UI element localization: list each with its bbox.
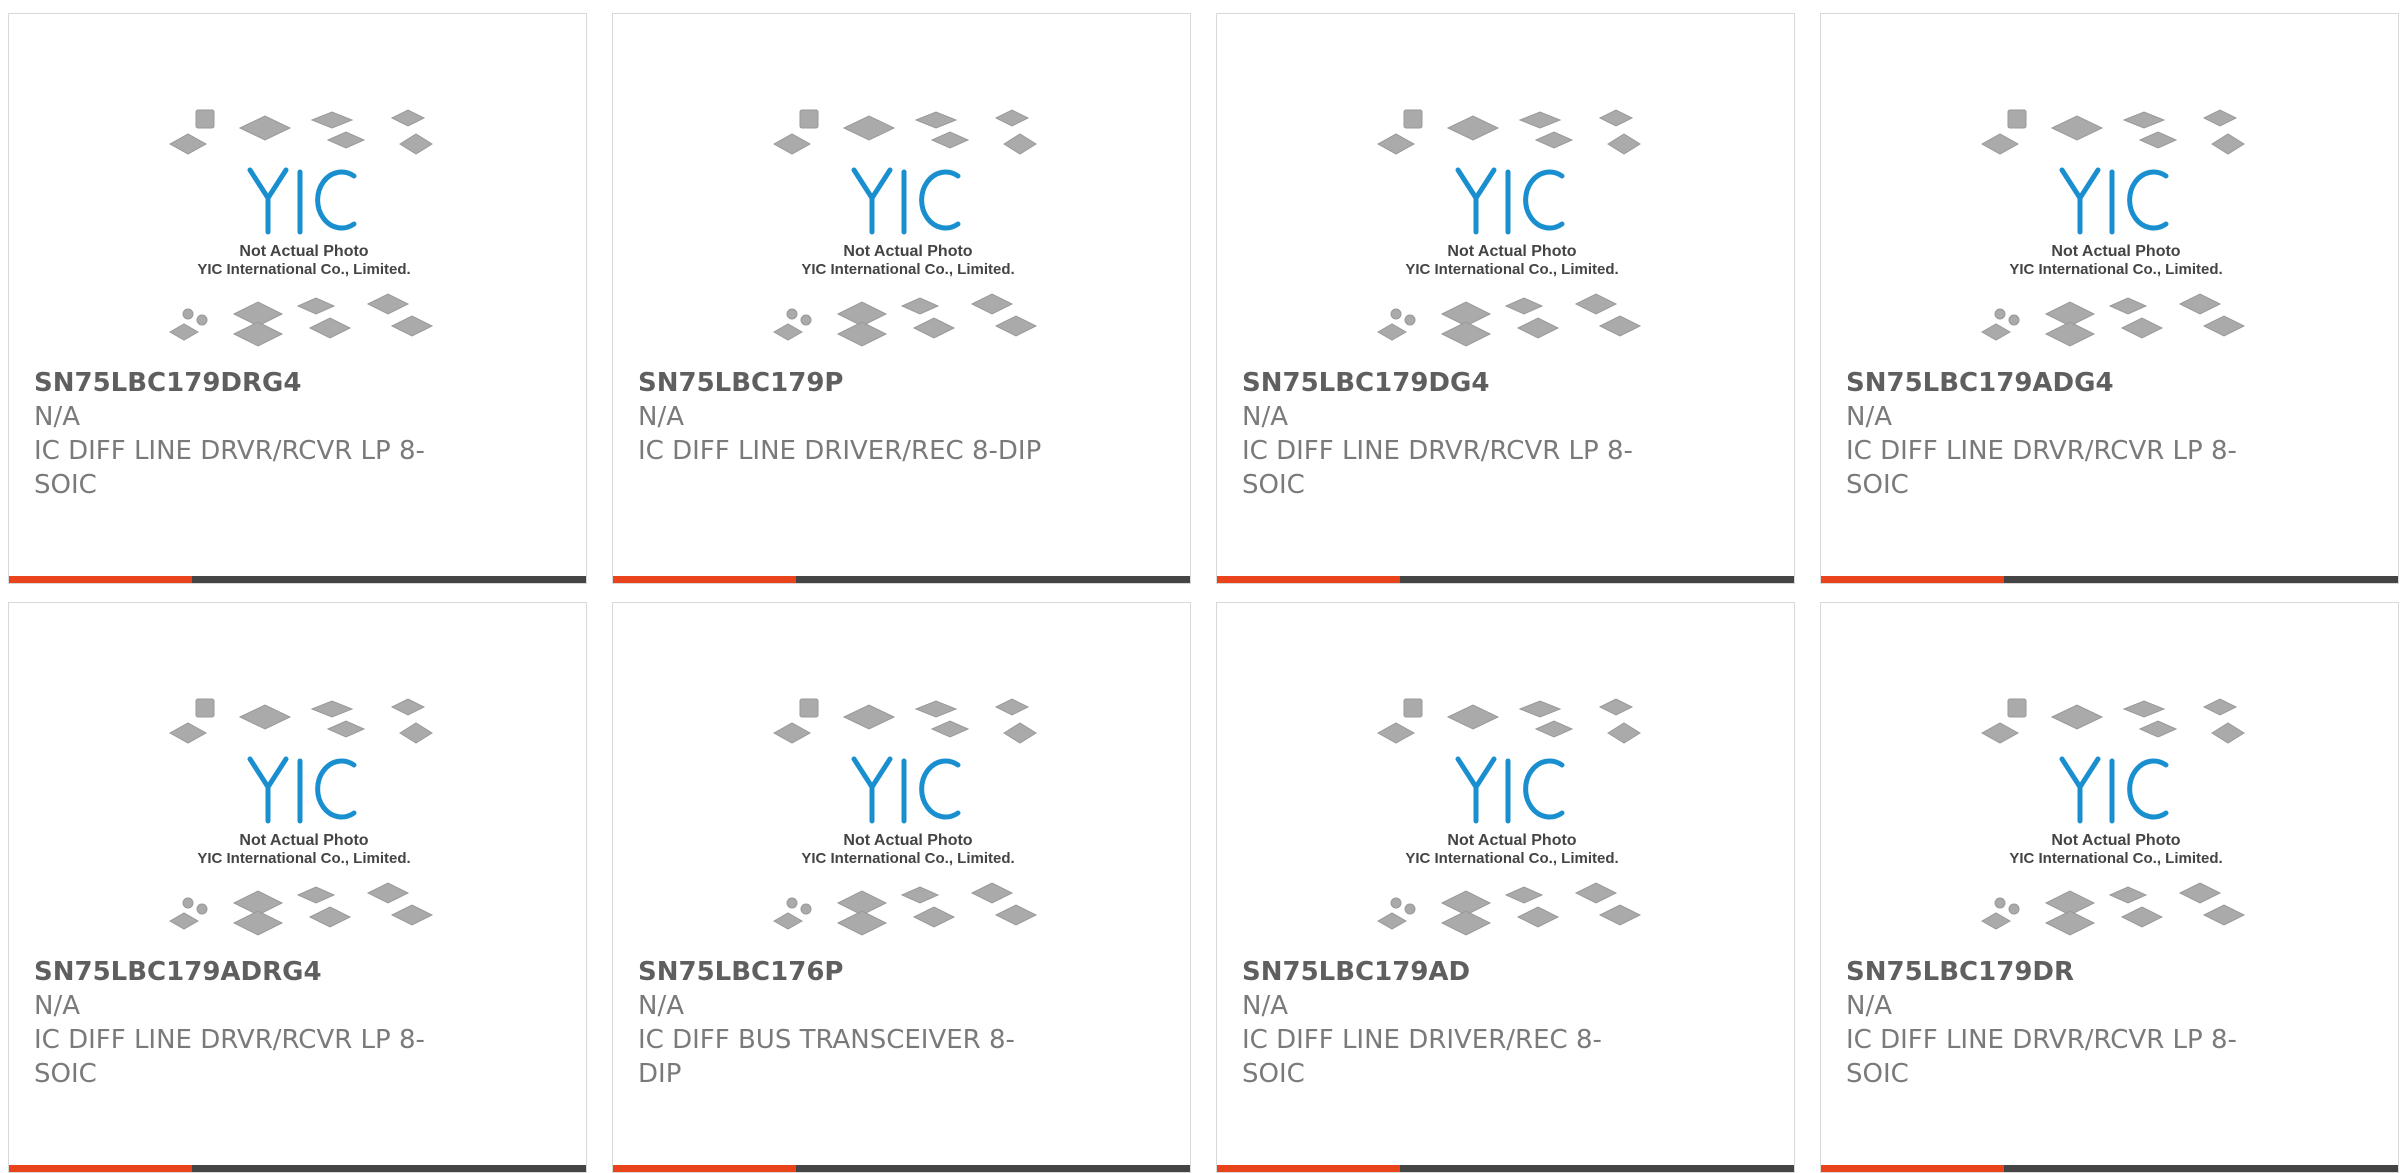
part-number-link[interactable]: SN75LBC179ADG4 [1846, 366, 2266, 400]
part-number-link[interactable]: SN75LBC179DG4 [1242, 366, 1662, 400]
product-image[interactable]: Not Actual Photo YIC International Co., L… [768, 106, 1048, 356]
card-bottom-bar [9, 576, 586, 583]
description: IC DIFF LINE DRVR/RCVR LP 8-SOIC [1846, 1025, 2237, 1089]
manufacturer: N/A [638, 402, 684, 432]
manufacturer: N/A [1242, 991, 1288, 1021]
yic-logo-icon [1455, 167, 1565, 235]
yic-logo-icon [2059, 756, 2169, 824]
yic-logo-icon [247, 756, 357, 824]
card-accent [1821, 1165, 2004, 1172]
card-bottom-bar [9, 1165, 586, 1172]
ic-package-icons [1376, 698, 1641, 744]
ic-package-icons [772, 698, 1037, 744]
ic-package-icons [168, 109, 433, 155]
card-bottom-bar [613, 576, 1190, 583]
placeholder-line2: YIC International Co., Limited. [2009, 850, 2222, 867]
product-card[interactable]: Not Actual Photo YIC International Co., L… [612, 602, 1191, 1173]
placeholder-line1: Not Actual Photo [843, 243, 972, 260]
placeholder-line2: YIC International Co., Limited. [1405, 850, 1618, 867]
product-image[interactable]: Not Actual Photo YIC International Co., L… [768, 695, 1048, 945]
product-card[interactable]: Not Actual Photo YIC International Co., L… [1820, 13, 2399, 584]
placeholder-line1: Not Actual Photo [2051, 832, 2180, 849]
product-image[interactable]: Not Actual Photo YIC International Co., L… [164, 106, 444, 356]
description: IC DIFF LINE DRVR/RCVR LP 8-SOIC [34, 436, 425, 500]
card-bottom-bar [613, 1165, 1190, 1172]
card-bottom-bar [1821, 1165, 2398, 1172]
product-card[interactable]: Not Actual Photo YIC International Co., L… [1820, 602, 2399, 1173]
yic-logo-icon [1455, 756, 1565, 824]
description: IC DIFF BUS TRANSCEIVER 8-DIP [638, 1025, 1015, 1089]
part-number-link[interactable]: SN75LBC179AD [1242, 955, 1662, 989]
product-grid: Not Actual Photo YIC International Co., L… [0, 0, 2400, 1173]
product-image[interactable]: Not Actual Photo YIC International Co., L… [164, 695, 444, 945]
product-image[interactable]: Not Actual Photo YIC International Co., L… [1976, 106, 2256, 356]
placeholder-line2: YIC International Co., Limited. [197, 261, 410, 278]
placeholder-line1: Not Actual Photo [2051, 243, 2180, 260]
part-number-link[interactable]: SN75LBC179DR [1846, 955, 2266, 989]
manufacturer: N/A [638, 991, 684, 1021]
description: IC DIFF LINE DRIVER/REC 8-SOIC [1242, 1025, 1602, 1089]
product-image[interactable]: Not Actual Photo YIC International Co., L… [1976, 695, 2256, 945]
card-accent [1217, 576, 1400, 583]
description: IC DIFF LINE DRVR/RCVR LP 8-SOIC [1242, 436, 1633, 500]
manufacturer: N/A [1242, 402, 1288, 432]
part-number-link[interactable]: SN75LBC179DRG4 [34, 366, 454, 400]
card-bottom-bar [1821, 576, 2398, 583]
yic-logo-icon [2059, 167, 2169, 235]
manufacturer: N/A [1846, 991, 1892, 1021]
description: IC DIFF LINE DRVR/RCVR LP 8-SOIC [34, 1025, 425, 1089]
product-card[interactable]: Not Actual Photo YIC International Co., L… [1216, 602, 1795, 1173]
placeholder-line1: Not Actual Photo [1447, 243, 1576, 260]
manufacturer: N/A [1846, 402, 1892, 432]
part-number-link[interactable]: SN75LBC176P [638, 955, 1058, 989]
placeholder-line1: Not Actual Photo [843, 832, 972, 849]
description: IC DIFF LINE DRIVER/REC 8-DIP [638, 436, 1042, 466]
card-accent [613, 1165, 796, 1172]
placeholder-line1: Not Actual Photo [239, 832, 368, 849]
placeholder-line2: YIC International Co., Limited. [1405, 261, 1618, 278]
placeholder-line1: Not Actual Photo [1447, 832, 1576, 849]
placeholder-line2: YIC International Co., Limited. [197, 850, 410, 867]
card-accent [9, 1165, 192, 1172]
placeholder-line2: YIC International Co., Limited. [2009, 261, 2222, 278]
card-accent [613, 576, 796, 583]
manufacturer: N/A [34, 402, 80, 432]
ic-package-icons [772, 109, 1037, 155]
ic-package-icons [168, 698, 433, 744]
card-bottom-bar [1217, 576, 1794, 583]
description: IC DIFF LINE DRVR/RCVR LP 8-SOIC [1846, 436, 2237, 500]
product-image[interactable]: Not Actual Photo YIC International Co., L… [1372, 695, 1652, 945]
yic-logo-icon [851, 756, 961, 824]
card-accent [9, 576, 192, 583]
product-card[interactable]: Not Actual Photo YIC International Co., L… [1216, 13, 1795, 584]
part-number-link[interactable]: SN75LBC179ADRG4 [34, 955, 454, 989]
placeholder-line1: Not Actual Photo [239, 243, 368, 260]
part-number-link[interactable]: SN75LBC179P [638, 366, 1058, 400]
product-card[interactable]: Not Actual Photo YIC International Co., L… [8, 602, 587, 1173]
manufacturer: N/A [34, 991, 80, 1021]
placeholder-line2: YIC International Co., Limited. [801, 261, 1014, 278]
yic-logo-icon [247, 167, 357, 235]
product-image[interactable]: Not Actual Photo YIC International Co., L… [1372, 106, 1652, 356]
product-card[interactable]: Not Actual Photo YIC International Co., L… [8, 13, 587, 584]
card-accent [1217, 1165, 1400, 1172]
ic-package-icons [1980, 698, 2245, 744]
card-accent [1821, 576, 2004, 583]
product-card[interactable]: Not Actual Photo YIC International Co., L… [612, 13, 1191, 584]
ic-package-icons [1980, 109, 2245, 155]
card-bottom-bar [1217, 1165, 1794, 1172]
yic-logo-icon [851, 167, 961, 235]
placeholder-line2: YIC International Co., Limited. [801, 850, 1014, 867]
ic-package-icons [1376, 109, 1641, 155]
